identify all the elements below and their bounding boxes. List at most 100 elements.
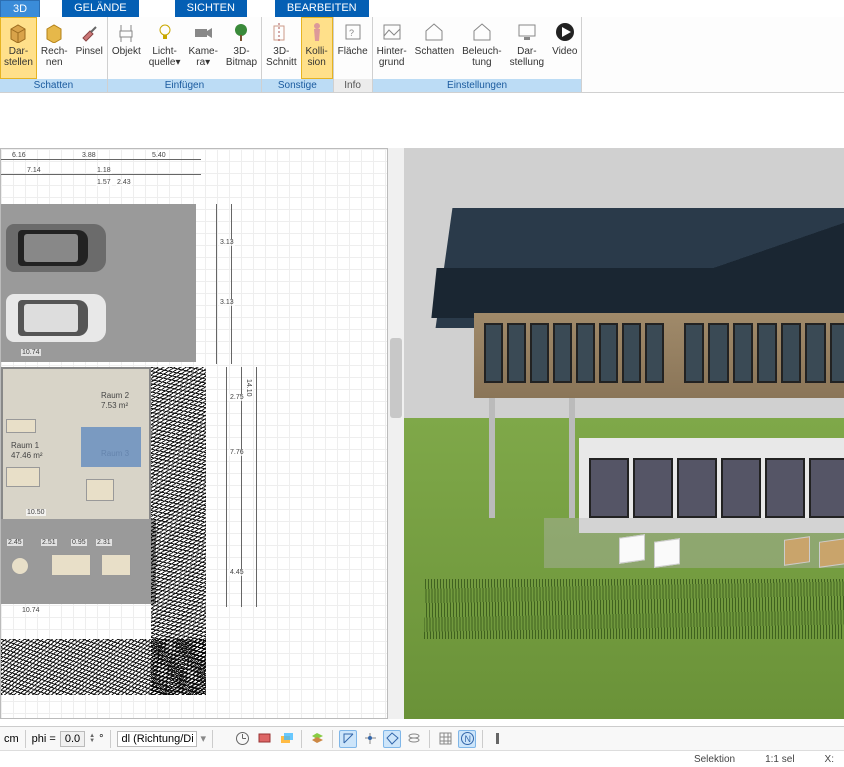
blank-strip xyxy=(0,93,844,148)
bitmap-button[interactable]: 3D- Bitmap xyxy=(222,17,261,79)
tree-icon xyxy=(229,20,253,44)
tab-bar: 3D GELÄNDE SICHTEN BEARBEITEN xyxy=(0,0,844,17)
monitor-icon xyxy=(515,20,539,44)
wood-chair-icon xyxy=(819,538,844,568)
pinsel-button[interactable]: Pinsel xyxy=(72,17,107,79)
tab-3d[interactable]: 3D xyxy=(0,0,40,17)
objekt-button[interactable]: Objekt xyxy=(108,17,145,79)
vertical-scrollbar[interactable] xyxy=(388,148,404,719)
status-selektion: Selektion xyxy=(694,754,735,765)
darstellung-button[interactable]: Dar- stellung xyxy=(506,17,548,79)
dim-label: 2.43 xyxy=(116,179,132,186)
person-icon xyxy=(305,20,329,44)
hintergrund-button[interactable]: Hinter- grund xyxy=(373,17,411,79)
snap-edge-icon[interactable] xyxy=(383,730,401,748)
dl-select[interactable]: dl (Richtung/Di xyxy=(117,731,197,747)
kollision-button[interactable]: Kolli- sion xyxy=(301,17,333,79)
group-label-schatten: Schatten xyxy=(0,79,107,92)
bottom-toolbar: cm phi = 0.0 ▲▼ ° dl (Richtung/Di ▾ N xyxy=(0,726,844,750)
bulb-icon xyxy=(153,20,177,44)
kamera-button[interactable]: Kame- ra▾ xyxy=(184,17,221,79)
status-scale: 1:1 sel xyxy=(765,754,794,765)
room2-area: 7.53 m² xyxy=(101,401,128,410)
beleuchtung-label: Beleuch- tung xyxy=(462,46,501,68)
lichtquelle-button[interactable]: Licht- quelle▾ xyxy=(145,17,185,79)
snap-point-icon[interactable] xyxy=(361,730,379,748)
clock-icon[interactable] xyxy=(233,730,251,748)
layers-icon[interactable] xyxy=(277,730,295,748)
dropdown-icon[interactable]: ▾ xyxy=(201,732,207,745)
play-icon xyxy=(553,20,577,44)
hedge-horizontal xyxy=(1,639,206,695)
darstellen-button[interactable]: Dar- stellen xyxy=(0,17,37,79)
window-row-left xyxy=(484,323,664,383)
car-light-icon xyxy=(6,294,106,342)
beleuchtung-button[interactable]: Beleuch- tung xyxy=(458,17,505,79)
dim-label: 2.51 xyxy=(41,539,57,546)
dim-label: 1.57 xyxy=(96,179,112,186)
darstellen-label: Dar- stellen xyxy=(4,46,33,68)
grid-toggle-icon[interactable] xyxy=(436,730,454,748)
dim-label: 3.13 xyxy=(219,239,235,246)
stack-icon[interactable] xyxy=(308,730,326,748)
rechnen-label: Rech- nen xyxy=(41,46,68,68)
group-label-sonstige: Sonstige xyxy=(262,79,333,92)
flaeche-button[interactable]: ? Fläche xyxy=(334,17,372,79)
objekt-label: Objekt xyxy=(112,46,141,57)
dim-label: 0.95 xyxy=(71,539,87,546)
north-icon[interactable]: N xyxy=(458,730,476,748)
dim-label: 2.45 xyxy=(7,539,23,546)
lounge-chair-icon xyxy=(619,534,645,564)
dim-label: 6.16 xyxy=(11,152,27,159)
status-bar: Selektion 1:1 sel X: xyxy=(0,750,844,767)
schatten-button[interactable]: Schatten xyxy=(411,17,458,79)
info-small-icon[interactable] xyxy=(489,730,507,748)
car-dark-icon xyxy=(6,224,106,272)
roof-eave xyxy=(431,268,844,318)
group-label-einstellungen: Einstellungen xyxy=(373,79,582,92)
floorplan-viewport[interactable]: 6.16 3.88 5.40 7.14 1.18 1.57 2.43 10.74… xyxy=(0,148,388,719)
furniture xyxy=(6,419,36,433)
dim-label: 10.74 xyxy=(21,349,41,356)
pinsel-label: Pinsel xyxy=(76,46,103,57)
tab-sichten[interactable]: SICHTEN xyxy=(175,0,247,17)
schnitt-label: 3D- Schnitt xyxy=(266,46,297,68)
lichtquelle-label: Licht- quelle▾ xyxy=(149,46,181,68)
monitor-small-icon[interactable] xyxy=(255,730,273,748)
dimension-line xyxy=(1,159,201,160)
cube-gold-icon xyxy=(42,20,66,44)
brush-icon xyxy=(77,20,101,44)
rechnen-button[interactable]: Rech- nen xyxy=(37,17,72,79)
room1-name: Raum 1 xyxy=(11,441,39,450)
snap-layers-icon[interactable] xyxy=(405,730,423,748)
group-label-einfuegen: Einfügen xyxy=(108,79,261,92)
tab-gelaende[interactable]: GELÄNDE xyxy=(62,0,139,17)
workspace: 6.16 3.88 5.40 7.14 1.18 1.57 2.43 10.74… xyxy=(0,148,844,719)
area-icon: ? xyxy=(341,20,365,44)
dim-label: 1.18 xyxy=(96,167,112,174)
kollision-label: Kolli- sion xyxy=(306,46,328,68)
dimension-line xyxy=(256,367,257,607)
degree-label: ° xyxy=(99,733,103,745)
tab-bearbeiten[interactable]: BEARBEITEN xyxy=(275,0,369,17)
svg-text:?: ? xyxy=(349,28,354,38)
scrollbar-thumb[interactable] xyxy=(390,338,402,418)
phi-input[interactable]: 0.0 xyxy=(60,731,85,747)
snap-angle-icon[interactable] xyxy=(339,730,357,748)
ribbon-group-info: ? Fläche Info xyxy=(334,17,373,92)
dim-label: 14.10 xyxy=(244,379,253,397)
3d-viewport[interactable] xyxy=(404,148,844,719)
furniture xyxy=(6,467,40,487)
video-button[interactable]: Video xyxy=(548,17,581,79)
room1-area: 47.46 m² xyxy=(11,451,43,460)
dim-label: 10.74 xyxy=(21,607,41,614)
outdoor-furniture xyxy=(51,554,91,576)
ribbon-group-einstellungen: Hinter- grund Schatten Beleuch- tung Dar… xyxy=(373,17,583,92)
group-label-info: Info xyxy=(334,79,372,92)
dim-label: 2.31 xyxy=(96,539,112,546)
flaeche-label: Fläche xyxy=(338,46,368,57)
kamera-label: Kame- ra▾ xyxy=(188,46,217,68)
grass-tuft xyxy=(424,579,844,639)
phi-spinner[interactable]: ▲▼ xyxy=(89,734,95,744)
schnitt-button[interactable]: 3D- Schnitt xyxy=(262,17,301,79)
